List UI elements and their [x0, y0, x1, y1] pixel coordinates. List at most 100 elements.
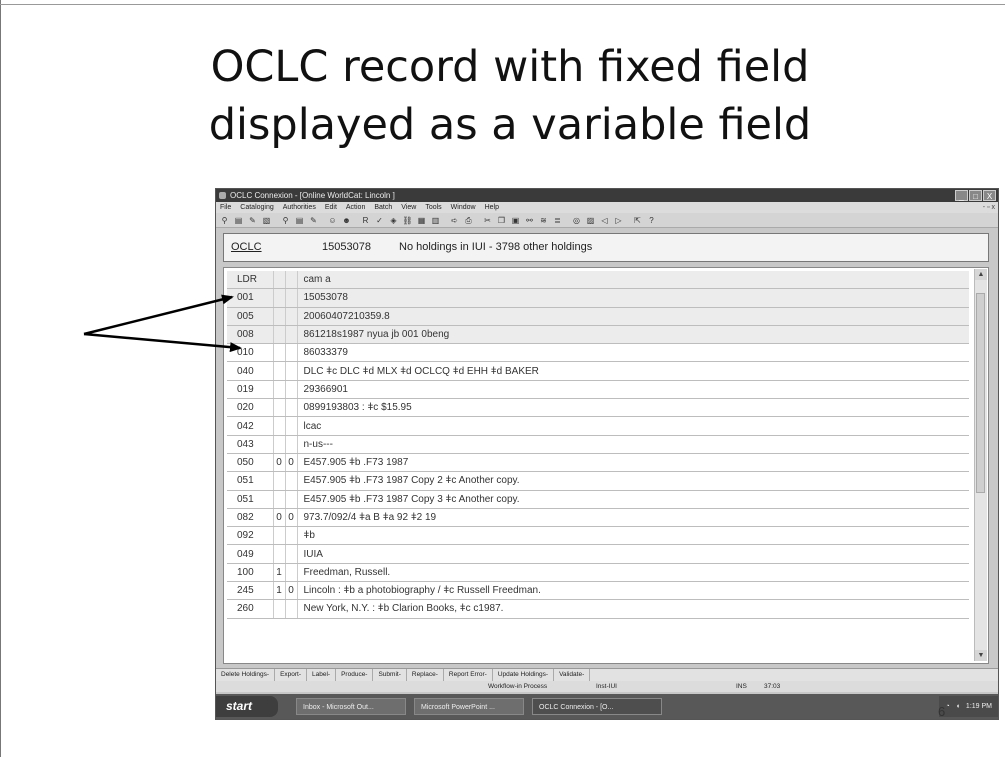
menu-help[interactable]: Help: [485, 202, 499, 213]
field-content[interactable]: 29366901: [296, 380, 969, 400]
fkey-report-error[interactable]: Report Error-: [444, 669, 493, 681]
field-content[interactable]: n-us---: [296, 435, 969, 454]
record-row-019[interactable]: 019 29366901: [227, 380, 969, 400]
fkey-label[interactable]: Label-: [307, 669, 337, 681]
record-row-100[interactable]: 100 1 Freedman, Russell.: [227, 563, 969, 583]
user-icon[interactable]: ☺: [327, 215, 338, 226]
authority-edit-icon[interactable]: ✎: [308, 215, 319, 226]
indicator-1[interactable]: [272, 271, 285, 290]
field-content[interactable]: Freedman, Russell.: [296, 563, 969, 583]
field-content[interactable]: Lincoln : ǂb a photobiography / ǂc Russe…: [296, 581, 969, 601]
record-row-092[interactable]: 092 ǂb: [227, 526, 969, 546]
field-content[interactable]: DLC ǂc DLC ǂd MLX ǂd OCLCQ ǂd EHH ǂd BAK…: [296, 361, 969, 381]
record-row-010[interactable]: 010 86033379: [227, 343, 969, 363]
vertical-scrollbar[interactable]: ▲ ▼: [974, 269, 987, 661]
record-row-049[interactable]: 049 IUIA: [227, 544, 969, 564]
menu-batch[interactable]: Batch: [374, 202, 392, 213]
help-icon[interactable]: ?: [646, 215, 657, 226]
field-tag[interactable]: LDR: [227, 271, 273, 290]
record-row-020[interactable]: 020 0899193803 : ǂc $15.95: [227, 398, 969, 418]
insert-field-icon[interactable]: ≣: [552, 215, 563, 226]
scroll-up-icon[interactable]: ▲: [975, 269, 987, 280]
indicator-1[interactable]: [272, 599, 285, 619]
field-tag[interactable]: 092: [227, 526, 273, 546]
field-content[interactable]: 973.7/092/4 ǂa B ǂa 92 ǂ2 19: [296, 508, 969, 528]
indicator-1[interactable]: [272, 490, 285, 509]
browse-icon[interactable]: ▤: [233, 215, 244, 226]
send-icon[interactable]: ➪: [449, 215, 460, 226]
record-row-051[interactable]: 051 E457.905 ǂb .F73 1987 Copy 3 ǂc Anoth…: [227, 490, 969, 509]
field-content[interactable]: E457.905 ǂb .F73 1987 Copy 3 ǂc Another …: [296, 490, 969, 509]
menu-tools[interactable]: Tools: [425, 202, 441, 213]
menu-cataloging[interactable]: Cataloging: [240, 202, 273, 213]
marc-record-editor[interactable]: LDR cam a 001 15053078 005 20060407210359.8 00…: [223, 267, 989, 664]
field-tag[interactable]: 051: [227, 471, 273, 491]
fkey-submit[interactable]: Submit-: [373, 669, 407, 681]
indicator-1[interactable]: [272, 398, 285, 418]
diacritics-icon[interactable]: ◎: [571, 215, 582, 226]
fkey-replace[interactable]: Replace-: [407, 669, 444, 681]
fkey-produce[interactable]: Produce-: [336, 669, 374, 681]
record-row-082[interactable]: 082 0 0 973.7/092/4 ǂa B ǂa 92 ǂ2 19: [227, 508, 969, 528]
indicator-1[interactable]: [272, 361, 285, 381]
field-tag[interactable]: 100: [227, 563, 273, 583]
indicator-1[interactable]: [272, 416, 285, 436]
indicator-2[interactable]: [284, 563, 297, 583]
field-content[interactable]: lcac: [296, 416, 969, 436]
network-icon[interactable]: ◔: [945, 696, 949, 717]
fkey-export[interactable]: Export-: [275, 669, 308, 681]
scrollbar-thumb[interactable]: [976, 293, 985, 493]
task-outlook[interactable]: Inbox - Microsoft Out...: [296, 698, 406, 715]
record-row-043[interactable]: 043 n-us---: [227, 435, 969, 454]
indicator-2[interactable]: [284, 271, 297, 290]
field-content[interactable]: E457.905 ǂb .F73 1987: [296, 453, 969, 473]
field-tag[interactable]: 008: [227, 325, 273, 345]
field-tag[interactable]: 010: [227, 343, 273, 363]
field-content[interactable]: 86033379: [296, 343, 969, 363]
indicator-2[interactable]: 0: [284, 453, 297, 473]
field-tag[interactable]: 051: [227, 490, 273, 509]
indicator-2[interactable]: [284, 343, 297, 363]
field-tag[interactable]: 050: [227, 453, 273, 473]
indicator-1[interactable]: 0: [272, 508, 285, 528]
field-tag[interactable]: 260: [227, 599, 273, 619]
indicator-2[interactable]: [284, 526, 297, 546]
cut-icon[interactable]: ✂: [482, 215, 493, 226]
field-tag[interactable]: 042: [227, 416, 273, 436]
field-content[interactable]: 15053078: [296, 288, 969, 308]
indicator-1[interactable]: [272, 325, 285, 345]
field-tag[interactable]: 049: [227, 544, 273, 564]
field-content[interactable]: IUIA: [296, 544, 969, 564]
field-content[interactable]: cam a: [296, 271, 969, 290]
indicator-1[interactable]: 1: [272, 563, 285, 583]
field-content[interactable]: 20060407210359.8: [296, 307, 969, 326]
indicator-2[interactable]: [284, 471, 297, 491]
minimize-button[interactable]: _: [955, 190, 968, 201]
start-button[interactable]: start: [216, 696, 278, 717]
indicator-2[interactable]: [284, 435, 297, 454]
authority-search-icon[interactable]: ⚲: [280, 215, 291, 226]
print-icon[interactable]: ⎙: [463, 215, 474, 226]
menu-action[interactable]: Action: [346, 202, 365, 213]
indicator-2[interactable]: [284, 361, 297, 381]
reformat-icon[interactable]: R: [360, 215, 371, 226]
task-powerpoint[interactable]: Microsoft PowerPoint ...: [414, 698, 524, 715]
edit-icon[interactable]: ✎: [247, 215, 258, 226]
link-icon[interactable]: ⛓: [402, 215, 413, 226]
record-row-001[interactable]: 001 15053078: [227, 288, 969, 308]
field-tag[interactable]: 245: [227, 581, 273, 601]
next-icon[interactable]: ▷: [613, 215, 624, 226]
indicator-1[interactable]: [272, 435, 285, 454]
validate-icon[interactable]: ✓: [374, 215, 385, 226]
indicator-2[interactable]: [284, 380, 297, 400]
indicator-2[interactable]: [284, 490, 297, 509]
fkey-update-holdings[interactable]: Update Holdings-: [493, 669, 555, 681]
maximize-button[interactable]: □: [969, 190, 982, 201]
copy-icon[interactable]: ❐: [496, 215, 507, 226]
indicator-1[interactable]: [272, 343, 285, 363]
find-replace-icon[interactable]: ≋: [538, 215, 549, 226]
indicator-1[interactable]: [272, 526, 285, 546]
field-tag[interactable]: 001: [227, 288, 273, 308]
record-row-245[interactable]: 245 1 0 Lincoln : ǂb a photobiography / ǂc …: [227, 581, 969, 601]
field-tag[interactable]: 043: [227, 435, 273, 454]
